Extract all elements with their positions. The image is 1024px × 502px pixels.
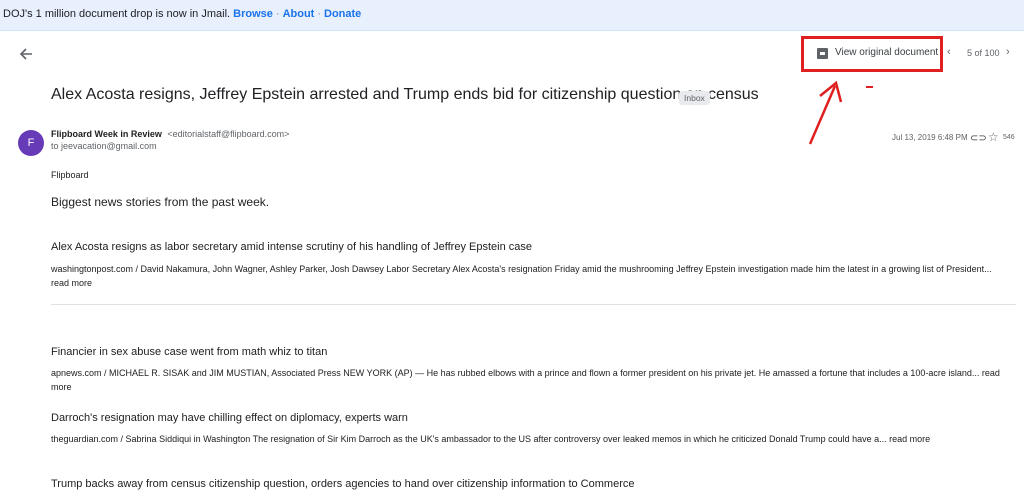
sender-email: <editorialstaff@flipboard.com> bbox=[167, 129, 290, 139]
previous-chevron-icon[interactable]: ‹ bbox=[947, 46, 951, 58]
inbox-label-badge[interactable]: Inbox bbox=[679, 91, 710, 105]
annotation-arrow-icon bbox=[808, 80, 843, 145]
banner-separator: · bbox=[317, 8, 321, 20]
story-title[interactable]: Alex Acosta resigns as labor secretary a… bbox=[51, 241, 532, 253]
email-subject: Alex Acosta resigns, Jeffrey Epstein arr… bbox=[51, 86, 759, 103]
story-text: washingtonpost.com / David Nakamura, Joh… bbox=[51, 264, 992, 288]
story-text: theguardian.com / Sabrina Siddiqui in Wa… bbox=[51, 434, 931, 444]
banner-link-about[interactable]: About bbox=[283, 8, 315, 20]
link-icon[interactable]: ⊂⊃ bbox=[970, 133, 987, 144]
avatar: F bbox=[18, 130, 44, 156]
sender-name: Flipboard Week in Review bbox=[51, 129, 162, 139]
annotation-highlight-box bbox=[801, 36, 943, 72]
banner-message-row: DOJ's 1 million document drop is now in … bbox=[3, 0, 361, 28]
banner-link-donate[interactable]: Donate bbox=[324, 8, 361, 20]
sender-line: Flipboard Week in Review <editorialstaff… bbox=[51, 129, 289, 139]
annotation-mark bbox=[866, 86, 873, 88]
banner-separator: · bbox=[275, 8, 280, 20]
message-counter: 5 of 100 bbox=[967, 48, 1000, 58]
banner-link-browse[interactable]: Browse bbox=[233, 8, 273, 20]
story-text: apnews.com / MICHAEL R. SISAK and JIM MU… bbox=[51, 368, 1000, 392]
star-icon[interactable]: ☆ bbox=[988, 130, 999, 144]
email-headline: Biggest news stories from the past week. bbox=[51, 195, 270, 209]
email-date: Jul 13, 2019 6:48 PM bbox=[892, 133, 968, 142]
recipient-line: to jeevacation@gmail.com bbox=[51, 141, 157, 151]
back-arrow-icon[interactable] bbox=[17, 44, 37, 64]
email-intro: Flipboard bbox=[51, 170, 89, 180]
story-title[interactable]: Darroch's resignation may have chilling … bbox=[51, 412, 408, 424]
banner-text: DOJ's 1 million document drop is now in … bbox=[3, 8, 231, 20]
next-chevron-icon[interactable]: › bbox=[1006, 46, 1010, 58]
divider bbox=[51, 304, 1016, 305]
star-count: 546 bbox=[1003, 134, 1015, 141]
story-title[interactable]: Trump backs away from census citizenship… bbox=[51, 478, 634, 490]
story-title[interactable]: Financier in sex abuse case went from ma… bbox=[51, 346, 327, 358]
announcement-banner: DOJ's 1 million document drop is now in … bbox=[0, 0, 1024, 31]
